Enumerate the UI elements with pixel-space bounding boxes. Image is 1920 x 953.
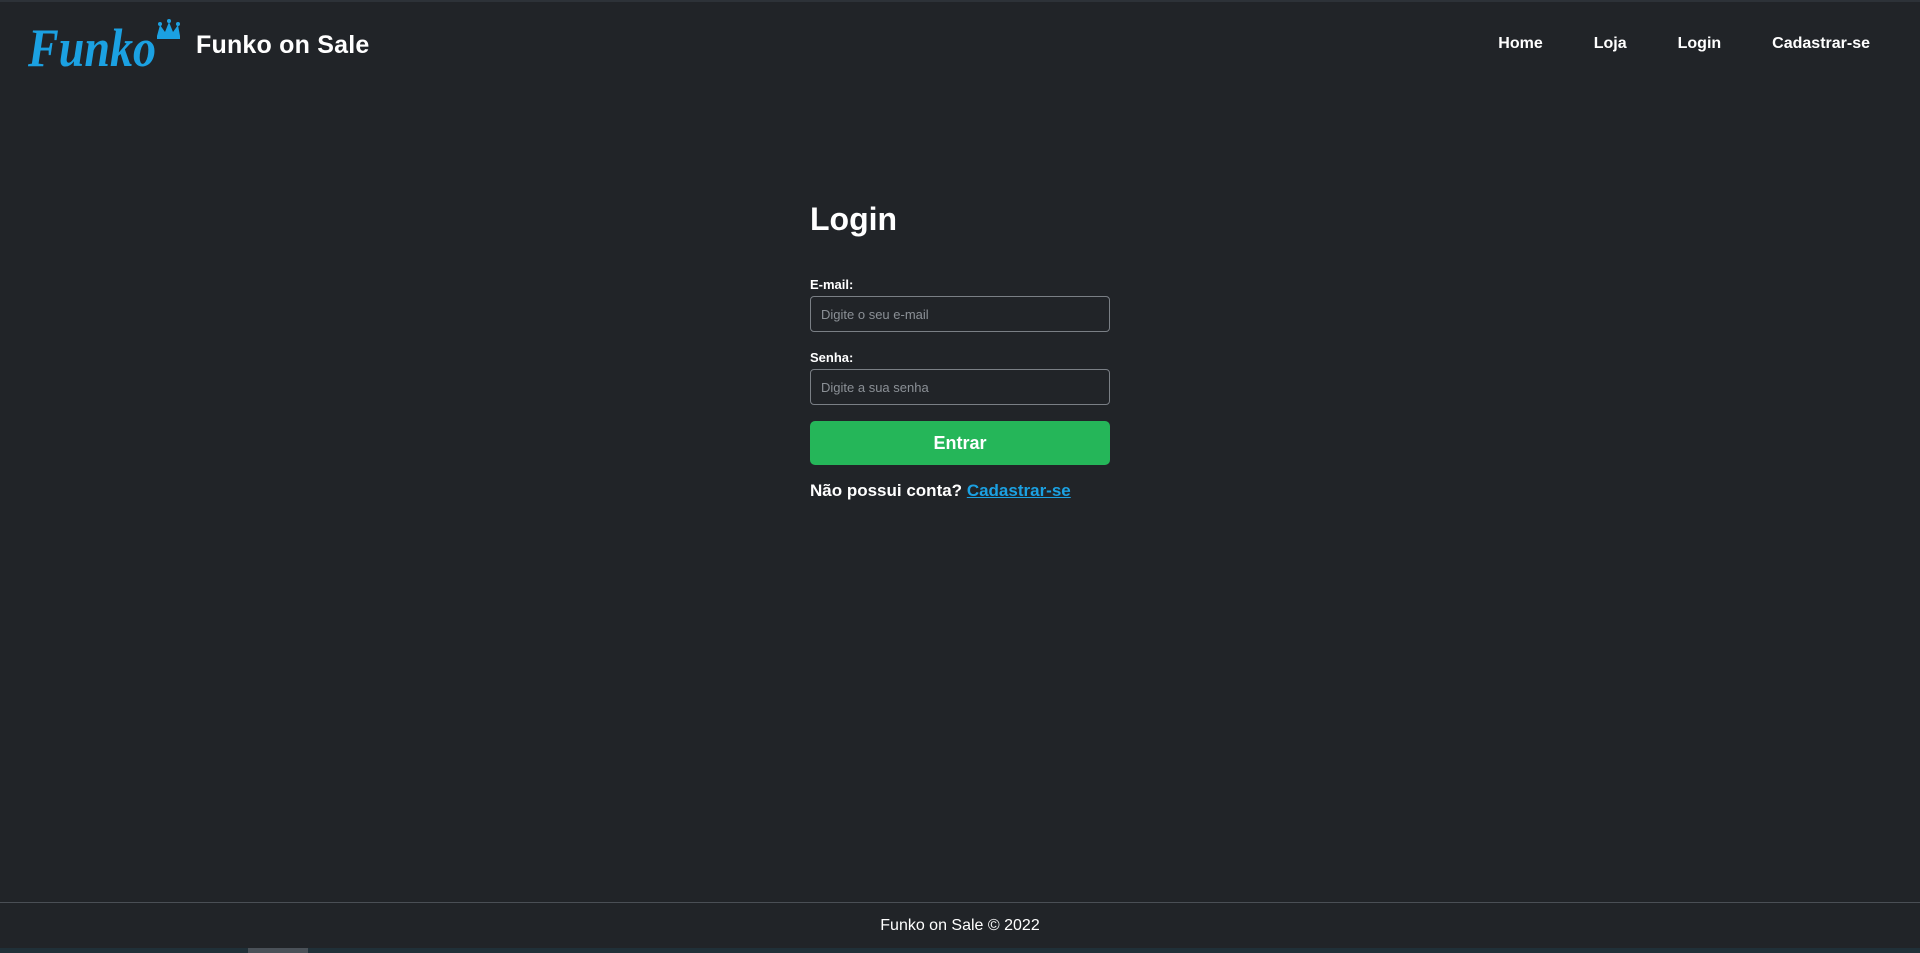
email-field[interactable]	[810, 296, 1110, 332]
password-field[interactable]	[810, 369, 1110, 405]
nav-loja-link[interactable]: Loja	[1594, 35, 1627, 53]
logo-wordmark: Funko	[27, 18, 156, 74]
scrollbar-thumb[interactable]	[248, 948, 308, 953]
crown-icon	[157, 19, 180, 39]
page: Funko Funko on Sale Home Loja Login Cada…	[0, 0, 1920, 953]
site-header: Funko Funko on Sale Home Loja Login Cada…	[0, 2, 1920, 88]
login-heading: Login	[810, 201, 898, 237]
no-account-text: Não possui conta?	[810, 481, 963, 500]
main-nav: Home Loja Login Cadastrar-se	[1498, 35, 1870, 53]
nav-cadastrar-link[interactable]: Cadastrar-se	[1772, 35, 1870, 53]
horizontal-scrollbar[interactable]	[0, 948, 1920, 953]
funko-logo-icon: Funko	[27, 18, 180, 74]
brand-home-link[interactable]: Funko Funko on Sale	[26, 16, 369, 74]
footer-copyright: Funko on Sale © 2022	[880, 917, 1040, 934]
nav-login-link[interactable]: Login	[1678, 35, 1722, 53]
signup-link[interactable]: Cadastrar-se	[967, 481, 1071, 500]
signup-prompt: Não possui conta? Cadastrar-se	[810, 481, 1110, 501]
login-form: Login E-mail: Senha: Entrar Não possui c…	[810, 196, 1110, 501]
site-title: Funko on Sale	[196, 30, 370, 59]
email-label: E-mail:	[810, 277, 854, 292]
password-label: Senha:	[810, 350, 854, 365]
nav-home-link[interactable]: Home	[1498, 35, 1542, 53]
login-submit-button[interactable]: Entrar	[810, 421, 1110, 465]
site-footer: Funko on Sale © 2022	[0, 902, 1920, 948]
